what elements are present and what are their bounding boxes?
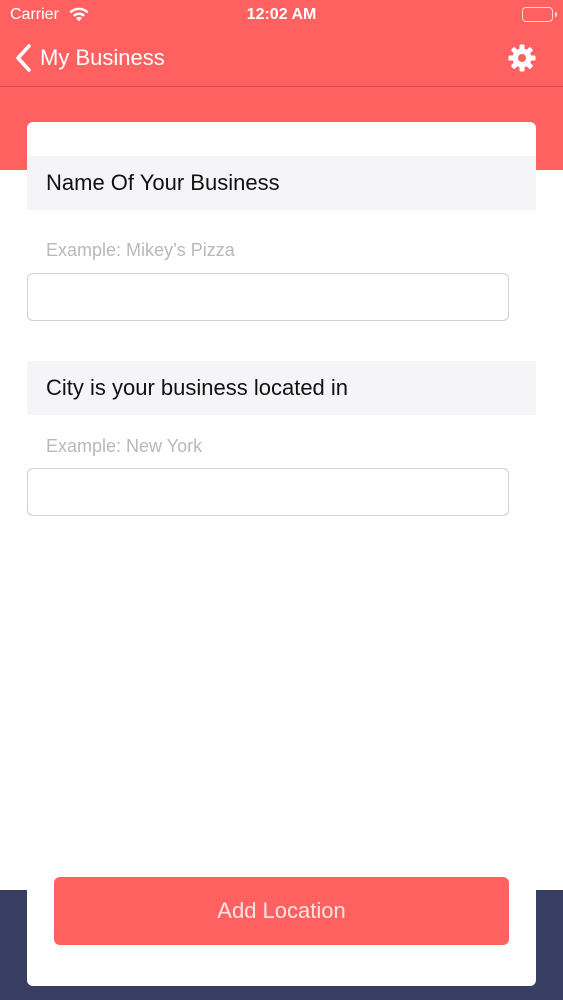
gear-icon[interactable] xyxy=(507,43,537,73)
back-button[interactable]: My Business xyxy=(14,40,165,76)
status-time: 12:02 AM xyxy=(246,6,317,23)
nav-divider xyxy=(0,86,563,87)
back-button-label: My Business xyxy=(40,45,165,70)
battery-icon xyxy=(522,7,557,22)
add-location-button[interactable]: Add Location xyxy=(54,877,509,945)
business-name-input[interactable] xyxy=(27,273,509,321)
city-header: City is your business located in xyxy=(27,361,536,415)
status-bar: Carrier 12:02 AM xyxy=(0,0,563,30)
business-name-hint: Example: Mikey’s Pizza xyxy=(46,240,235,260)
chevron-left-icon xyxy=(16,44,31,72)
nav-bar: My Business xyxy=(0,30,563,86)
business-name-header: Name Of Your Business xyxy=(27,156,536,210)
city-hint: Example: New York xyxy=(46,436,203,456)
screen: Carrier 12:02 AM My Business Name Of You… xyxy=(0,0,563,1000)
city-input[interactable] xyxy=(27,468,509,516)
